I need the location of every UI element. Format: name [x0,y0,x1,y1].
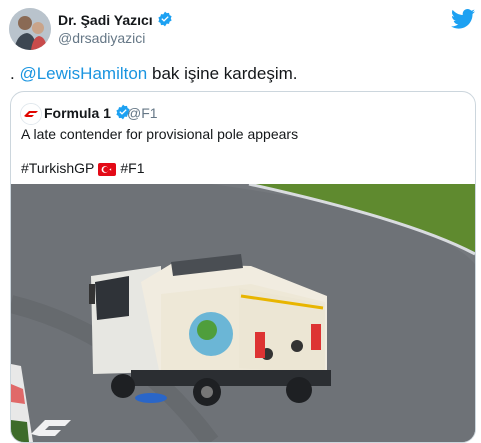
quoted-display-name[interactable]: Formula 1 [44,104,131,121]
quoted-text: A late contender for provisional pole ap… [21,126,299,142]
author-avatar[interactable] [9,8,51,50]
author-display-name[interactable]: Dr. Şadi Yazıcı [58,11,173,28]
quoted-name-text: Formula 1 [44,105,111,121]
avatar-image [9,8,51,50]
twitter-logo-icon[interactable] [451,9,475,29]
turkey-flag-icon [98,163,117,176]
quoted-handle[interactable]: @F1 [127,105,158,121]
quoted-tweet-card[interactable]: Formula 1 @F1 A late contender for provi… [10,91,476,443]
f1-logo-icon[interactable] [20,103,42,125]
f1-logo-mark [21,104,41,124]
tweet-text: . @LewisHamilton bak işine kardeşim. [10,64,298,84]
verified-badge-icon [158,11,172,27]
hashtag-turkishgp[interactable]: #TurkishGP [21,160,94,176]
quoted-hashtags: #TurkishGP #F1 [21,160,145,176]
mention-link[interactable]: @LewisHamilton [19,64,147,83]
tweet-suffix: bak işine kardeşim. [147,64,298,83]
author-name-text: Dr. Şadi Yazıcı [58,12,153,28]
author-handle[interactable]: @drsadiyazici [58,30,145,46]
hashtag-f1[interactable]: #F1 [120,160,144,176]
tweet: Dr. Şadi Yazıcı @drsadiyazici . @LewisHa… [0,0,481,443]
media-image[interactable] [11,184,475,442]
